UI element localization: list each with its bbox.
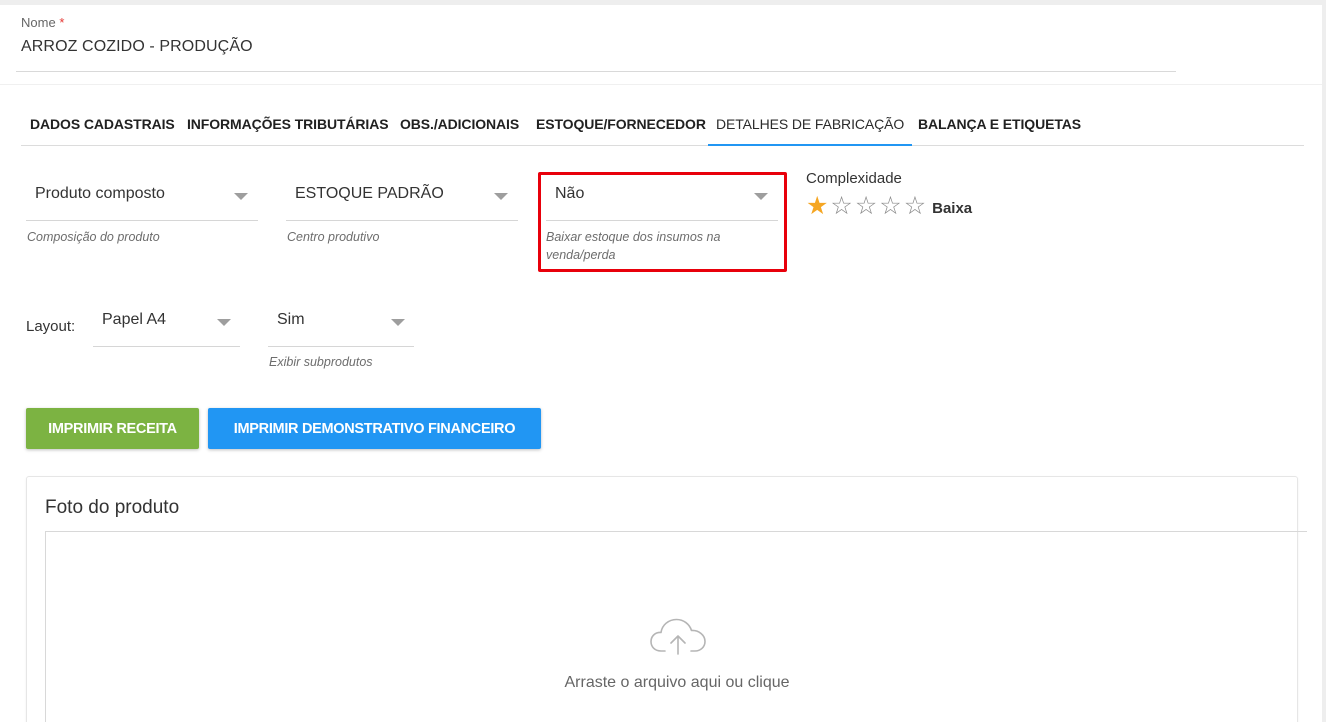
tab-estoque-fornecedor[interactable]: ESTOQUE/FORNECEDOR	[536, 105, 706, 146]
chevron-down-icon	[494, 193, 508, 200]
composition-value: Produto composto	[35, 185, 165, 202]
subproducts-hint: Exibir subprodutos	[269, 355, 373, 369]
print-recipe-button[interactable]: IMPRIMIR RECEITA	[26, 408, 199, 449]
tab-obs-adicionais[interactable]: OBS./ADICIONAIS	[400, 105, 519, 146]
tab-bar: DADOS CADASTRAIS INFORMAÇÕES TRIBUTÁRIAS…	[21, 105, 1304, 146]
product-form: Nome * ARROZ COZIDO - PRODUÇÃO DADOS CAD…	[0, 5, 1322, 722]
dropzone-text: Arraste o arquivo aqui ou clique	[564, 674, 790, 691]
tab-detalhes-de-fabricacao[interactable]: DETALHES DE FABRICAÇÃO	[708, 105, 913, 146]
composition-hint: Composição do produto	[27, 230, 160, 244]
product-photo-panel: Foto do produto Arraste o arquivo aqui o…	[26, 476, 1307, 722]
production-center-value: ESTOQUE PADRÃO	[295, 185, 444, 202]
required-mark: *	[59, 15, 65, 30]
complexity-value: Baixa	[932, 199, 973, 217]
name-underline	[16, 71, 1176, 72]
subproducts-select[interactable]: Sim	[268, 297, 414, 347]
composition-select[interactable]: Produto composto	[26, 171, 258, 221]
name-label-text: Nome	[21, 15, 56, 30]
layout-label: Layout:	[26, 318, 76, 335]
name-label: Nome *	[21, 15, 64, 30]
name-field[interactable]: Nome * ARROZ COZIDO - PRODUÇÃO	[0, 5, 1322, 85]
photo-dropzone[interactable]: Arraste o arquivo aqui ou clique	[45, 531, 1307, 722]
chevron-down-icon	[234, 193, 248, 200]
print-financial-button[interactable]: IMPRIMIR DEMONSTRATIVO FINANCEIRO	[208, 408, 541, 449]
tab-dados-cadastrais[interactable]: DADOS CADASTRAIS	[30, 105, 175, 146]
tab-balanca-e-etiquetas[interactable]: BALANÇA E ETIQUETAS	[918, 105, 1081, 146]
complexity-label: Complexidade	[806, 170, 902, 187]
star-outline-icon[interactable]: ☆	[904, 192, 926, 220]
name-input[interactable]: ARROZ COZIDO - PRODUÇÃO	[21, 38, 253, 56]
chevron-down-icon	[391, 319, 405, 326]
layout-paper-select[interactable]: Papel A4	[93, 297, 240, 347]
photo-title: Foto do produto	[45, 497, 180, 518]
star-outline-icon[interactable]: ☆	[830, 192, 852, 220]
star-outline-icon[interactable]: ☆	[855, 192, 877, 220]
highlight-annotation	[538, 172, 787, 272]
chevron-down-icon	[217, 319, 231, 326]
production-center-select[interactable]: ESTOQUE PADRÃO	[286, 171, 518, 221]
subproducts-value: Sim	[277, 311, 305, 328]
tab-informacoes-tributarias[interactable]: INFORMAÇÕES TRIBUTÁRIAS	[187, 105, 389, 146]
production-center-hint: Centro produtivo	[287, 230, 380, 244]
star-outline-icon[interactable]: ☆	[879, 192, 901, 220]
cloud-upload-icon	[650, 618, 706, 655]
layout-paper-value: Papel A4	[102, 311, 167, 328]
complexity-rating[interactable]: ★☆☆☆☆ Baixa	[806, 192, 972, 220]
star-filled-icon[interactable]: ★	[806, 192, 828, 220]
